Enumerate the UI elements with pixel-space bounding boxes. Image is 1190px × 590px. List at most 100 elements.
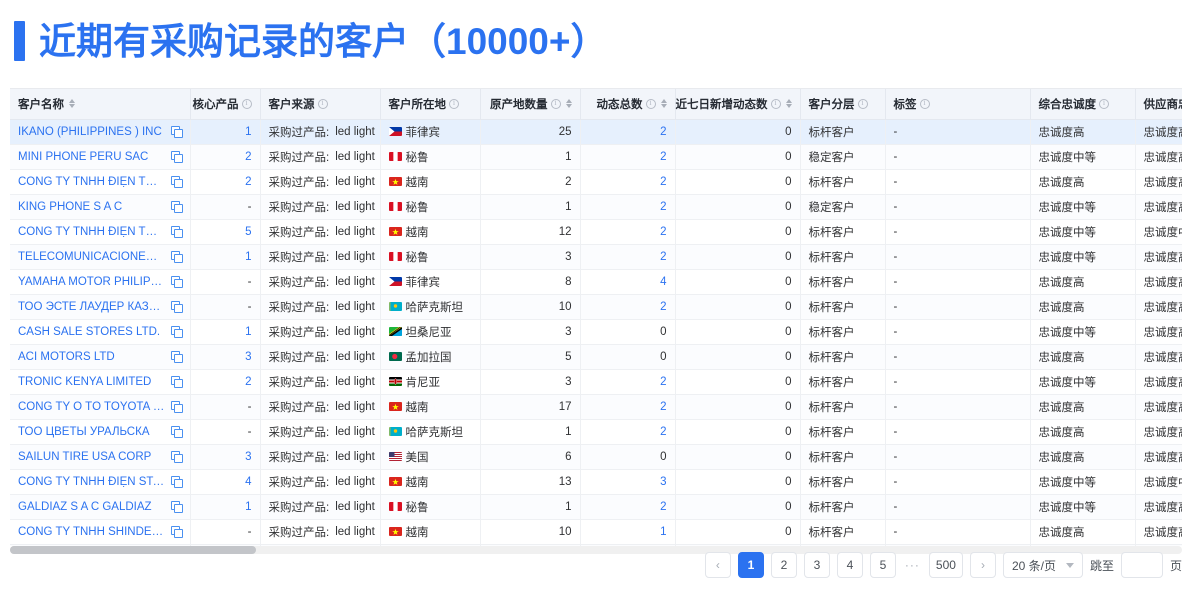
cell-customer-name[interactable]: ТОО ЭСТЕ ЛАУДЕР КАЗАХСТАН [10,294,190,319]
customer-name-link[interactable]: SAILUN TIRE USA CORP [18,451,151,463]
cell-customer-name[interactable]: ACI MOTORS LTD [10,344,190,369]
cell-customer-name[interactable]: ТОО ЦВЕТЫ УРАЛЬСКА [10,419,190,444]
column-header-location[interactable]: 客户所在地 [380,89,480,119]
dynamic-total-value[interactable]: 2 [660,151,666,163]
customer-name-link[interactable]: ТОО ЦВЕТЫ УРАЛЬСКА [18,426,150,438]
copy-icon[interactable] [171,226,182,237]
customer-name-link[interactable]: ТОО ЭСТЕ ЛАУДЕР КАЗАХСТАН [18,301,165,313]
cell-customer-name[interactable]: CÔNG TY Ô TÔ TOYOTA VIỆT N... [10,394,190,419]
info-icon[interactable] [646,99,656,109]
core-product-count[interactable]: 2 [245,151,251,163]
table-row[interactable]: CÔNG TY Ô TÔ TOYOTA VIỆT N...-采购过产品:led … [10,394,1182,419]
core-product-count[interactable]: 1 [245,501,251,513]
dynamic-total-value[interactable]: 2 [660,176,666,188]
column-header-source[interactable]: 客户来源 [260,89,380,119]
core-product-count[interactable]: 1 [245,326,251,338]
info-icon[interactable] [771,99,781,109]
core-product-count[interactable]: 3 [245,351,251,363]
dynamic-total-value[interactable]: 2 [660,376,666,388]
cell-customer-name[interactable]: TRONIC KENYA LIMITED [10,369,190,394]
table-row[interactable]: CÔNG TY TNHH ĐIỆN TỬ SAMS...5采购过产品:led l… [10,219,1182,244]
info-icon[interactable] [242,99,252,109]
copy-icon[interactable] [171,151,182,162]
copy-icon[interactable] [171,251,182,262]
info-icon[interactable] [318,99,328,109]
copy-icon[interactable] [171,501,182,512]
sort-icon[interactable] [661,99,667,108]
table-row[interactable]: CÔNG TY TNHH ĐIỆN STANLEY...4采购过产品:led l… [10,469,1182,494]
dynamic-total-value[interactable]: 2 [660,426,666,438]
core-product-count[interactable]: 1 [245,126,251,138]
table-row[interactable]: TRONIC KENYA LIMITED2采购过产品:led light肯尼亚3… [10,369,1182,394]
copy-icon[interactable] [171,201,182,212]
core-product-count[interactable]: 5 [245,226,251,238]
copy-icon[interactable] [171,476,182,487]
column-header-tier[interactable]: 客户分层 [800,89,885,119]
sort-icon[interactable] [69,99,75,108]
copy-icon[interactable] [171,276,182,287]
customer-name-link[interactable]: CÔNG TY TNHH SHINDENGEN ... [18,526,165,538]
core-product-count[interactable]: 2 [245,376,251,388]
page-size-select[interactable]: 20 条/页 [1003,552,1083,578]
customer-name-link[interactable]: CASH SALE STORES LTD. [18,326,160,338]
column-header-loyalty[interactable]: 综合忠诚度 [1030,89,1135,119]
copy-icon[interactable] [171,426,182,437]
cell-customer-name[interactable]: YAMAHA MOTOR PHILIPPINES I... [10,269,190,294]
column-header-dyn_7d[interactable]: 近七日新增动态数 [675,89,800,119]
core-product-count[interactable]: 1 [245,251,251,263]
pagination-ellipsis[interactable]: ··· [903,558,922,572]
pagination-page-3[interactable]: 3 [804,552,830,578]
customer-name-link[interactable]: ACI MOTORS LTD [18,351,115,363]
copy-icon[interactable] [171,301,182,312]
customer-name-link[interactable]: IKANO (PHILIPPINES ) INC [18,126,162,138]
cell-customer-name[interactable]: KING PHONE S A C [10,194,190,219]
sort-icon[interactable] [566,99,572,108]
info-icon[interactable] [551,99,561,109]
cell-customer-name[interactable]: TELECOMUNICACIONES VALLE ... [10,244,190,269]
pagination-prev-button[interactable]: ‹ [705,552,731,578]
cell-customer-name[interactable]: CÔNG TY TNHH ĐIỆN STANLEY... [10,469,190,494]
cell-customer-name[interactable]: CASH SALE STORES LTD. [10,319,190,344]
customer-name-link[interactable]: GALDIAZ S A C GALDIAZ [18,501,152,513]
customer-name-link[interactable]: CÔNG TY Ô TÔ TOYOTA VIỆT N... [18,401,165,413]
customer-name-link[interactable]: CÔNG TY TNHH ĐIỆN TỬ SNC ... [18,176,165,188]
copy-icon[interactable] [171,376,182,387]
table-row[interactable]: MINI PHONE PERU SAC2采购过产品:led light秘鲁120… [10,144,1182,169]
pagination-last-page[interactable]: 500 [929,552,963,578]
dynamic-total-value[interactable]: 2 [660,126,666,138]
table-row[interactable]: CÔNG TY TNHH ĐIỆN TỬ SNC ...2采购过产品:led l… [10,169,1182,194]
column-header-dyn_total[interactable]: 动态总数 [580,89,675,119]
column-header-sup_loyal[interactable]: 供应商忠诚度 [1135,89,1182,119]
dynamic-total-value[interactable]: 4 [660,276,666,288]
copy-icon[interactable] [171,326,182,337]
info-icon[interactable] [858,99,868,109]
copy-icon[interactable] [171,526,182,537]
customer-name-link[interactable]: YAMAHA MOTOR PHILIPPINES I... [18,276,165,288]
pagination-page-1[interactable]: 1 [738,552,764,578]
customer-name-link[interactable]: KING PHONE S A C [18,201,122,213]
scrollbar-thumb[interactable] [10,546,256,554]
column-header-name[interactable]: 客户名称 [10,89,190,119]
dynamic-total-value[interactable]: 2 [660,201,666,213]
core-product-count[interactable]: 3 [245,451,251,463]
cell-customer-name[interactable]: CÔNG TY TNHH SHINDENGEN ... [10,519,190,544]
table-row[interactable]: CÔNG TY TNHH SHINDENGEN ...-采购过产品:led li… [10,519,1182,544]
dynamic-total-value[interactable]: 2 [660,301,666,313]
info-icon[interactable] [920,99,930,109]
customer-table-container[interactable]: 客户名称核心产品客户来源客户所在地原产地数量动态总数近七日新增动态数客户分层标签… [10,88,1182,546]
pagination-next-button[interactable]: › [970,552,996,578]
sort-icon[interactable] [786,99,792,108]
customer-name-link[interactable]: TELECOMUNICACIONES VALLE ... [18,251,165,263]
core-product-count[interactable]: 4 [245,476,251,488]
column-header-tags[interactable]: 标签 [885,89,1030,119]
dynamic-total-value[interactable]: 1 [660,526,666,538]
table-row[interactable]: CASH SALE STORES LTD.1采购过产品:led light坦桑尼… [10,319,1182,344]
copy-icon[interactable] [171,451,182,462]
dynamic-total-value[interactable]: 2 [660,501,666,513]
table-row[interactable]: KING PHONE S A C-采购过产品:led light秘鲁120稳定客… [10,194,1182,219]
info-icon[interactable] [1099,99,1109,109]
cell-customer-name[interactable]: CÔNG TY TNHH ĐIỆN TỬ SNC ... [10,169,190,194]
table-row[interactable]: IKANO (PHILIPPINES ) INC1采购过产品:led light… [10,119,1182,144]
cell-customer-name[interactable]: SAILUN TIRE USA CORP [10,444,190,469]
dynamic-total-value[interactable]: 2 [660,251,666,263]
